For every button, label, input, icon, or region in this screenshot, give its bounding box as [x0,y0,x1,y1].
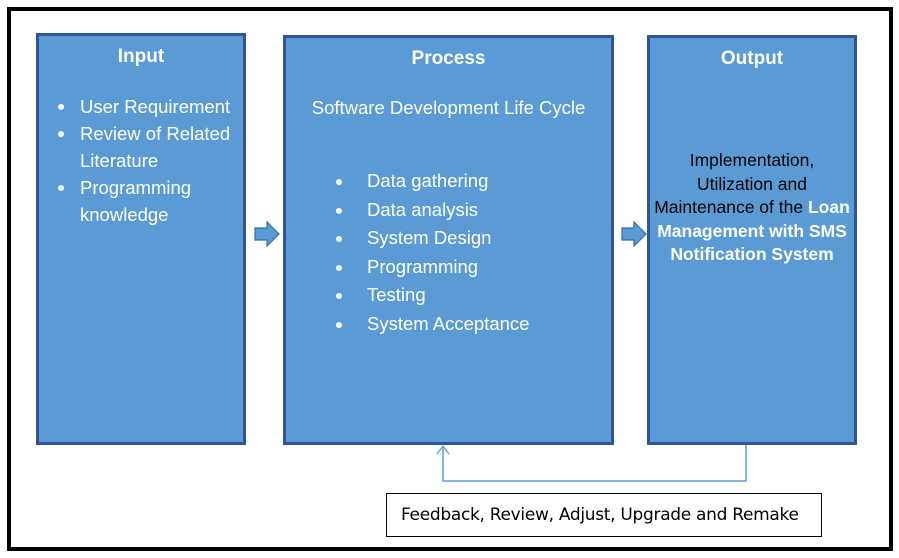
feedback-line [442,445,747,482]
feedback-box: Feedback, Review, Adjust, Upgrade and Re… [386,493,822,537]
feedback-loop-connector [436,445,747,482]
